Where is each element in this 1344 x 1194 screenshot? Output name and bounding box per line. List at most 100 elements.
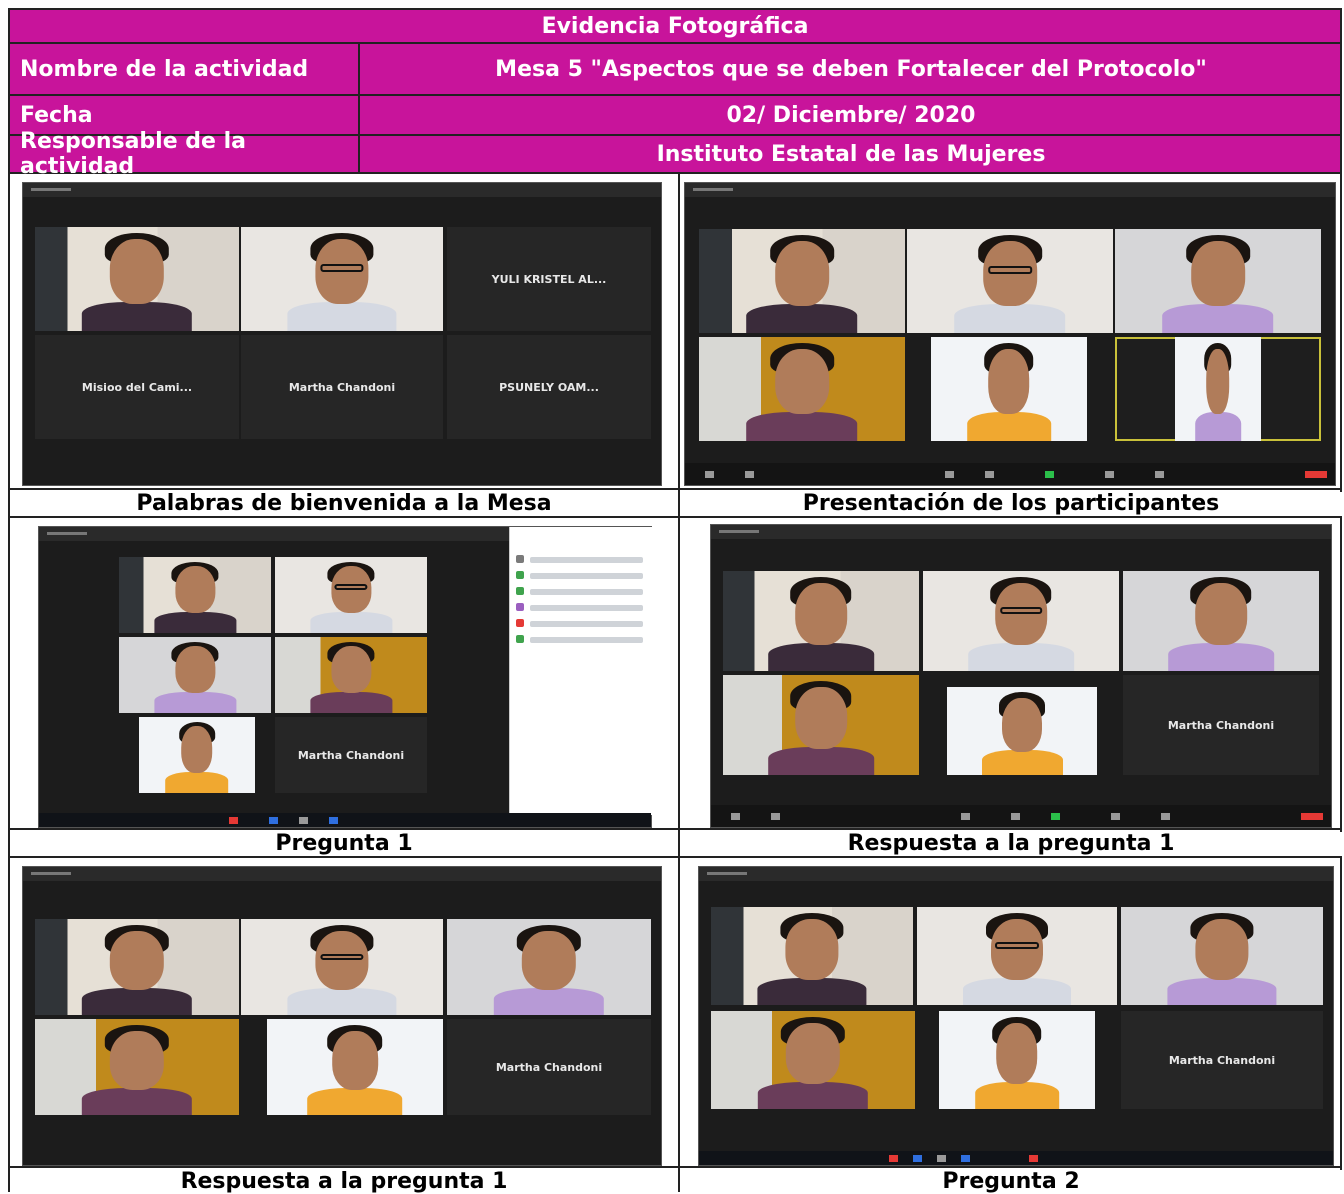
- caption-answer-1: Respuesta a la pregunta 1: [680, 832, 1342, 856]
- zoom-window: Martha Chandoni: [22, 866, 662, 1166]
- participants-icon[interactable]: [945, 471, 954, 478]
- video-tile: [275, 637, 427, 713]
- title-row: Evidencia Fotográfica: [10, 10, 1340, 44]
- video-tile: [35, 919, 239, 1015]
- taskbar-app-icon[interactable]: [329, 817, 338, 824]
- zoom-window: Martha Chandoni: [710, 524, 1332, 828]
- share-screen-icon[interactable]: [1051, 813, 1060, 820]
- end-meeting-button[interactable]: [1305, 471, 1327, 478]
- zoom-window: Martha Chandoni: [698, 866, 1334, 1166]
- chat-message: [530, 557, 643, 563]
- participant-name-tile: Misioo del Cami...: [35, 335, 239, 439]
- video-icon[interactable]: [745, 471, 754, 478]
- window-titlebar: [23, 867, 661, 881]
- share-screen-icon[interactable]: [1045, 471, 1054, 478]
- participant-name-tile: Martha Chandoni: [275, 717, 427, 793]
- taskbar-app-icon[interactable]: [299, 817, 308, 824]
- taskbar-app-icon[interactable]: [937, 1155, 946, 1162]
- taskbar-app-icon[interactable]: [913, 1155, 922, 1162]
- participant-name-tile: PSUNELY OAM...: [447, 335, 651, 439]
- window-titlebar: [23, 183, 661, 197]
- video-tile: [1115, 229, 1321, 333]
- taskbar-app-icon[interactable]: [961, 1155, 970, 1162]
- taskbar-app-icon[interactable]: [1029, 1155, 1038, 1162]
- video-tile: [447, 919, 651, 1015]
- chat-avatar-icon: [516, 619, 524, 627]
- video-tile: [241, 227, 443, 331]
- participant-name-tile: Martha Chandoni: [447, 1019, 651, 1115]
- video-tile: [241, 919, 443, 1015]
- participants-icon[interactable]: [961, 813, 970, 820]
- activity-name-value: Mesa 5 "Aspectos que se deben Fortalecer…: [495, 56, 1207, 82]
- window-titlebar: [685, 183, 1335, 197]
- photo-participants: [680, 176, 1342, 488]
- caption-welcome: Palabras de bienvenida a la Mesa: [10, 492, 678, 516]
- chat-avatar-icon: [516, 603, 524, 611]
- windows-taskbar[interactable]: [699, 1151, 1333, 1165]
- participant-name-tile: Martha Chandoni: [1121, 1011, 1323, 1109]
- video-tile: [947, 687, 1097, 775]
- chat-message: [530, 605, 643, 611]
- video-tile: [699, 337, 905, 441]
- grid-divider: [10, 488, 1340, 490]
- taskbar-app-icon[interactable]: [229, 817, 238, 824]
- chat-avatar-icon: [516, 555, 524, 563]
- meeting-toolbar[interactable]: [711, 805, 1331, 827]
- caption-question-1: Pregunta 1: [10, 832, 678, 856]
- taskbar-app-icon[interactable]: [269, 817, 278, 824]
- video-tile: [1121, 907, 1323, 1005]
- record-icon[interactable]: [1111, 813, 1120, 820]
- mute-icon[interactable]: [705, 471, 714, 478]
- participant-name-tile: YULI KRISTEL AL...: [447, 227, 651, 331]
- video-tile: [119, 637, 271, 713]
- video-tile: [923, 571, 1119, 671]
- date-value: 02/ Diciembre/ 2020: [726, 102, 976, 128]
- participant-name-tile: Martha Chandoni: [1123, 675, 1319, 775]
- chat-avatar-icon: [516, 635, 524, 643]
- video-tile: [119, 557, 271, 633]
- zoom-window: [684, 182, 1336, 486]
- record-icon[interactable]: [1105, 471, 1114, 478]
- reactions-icon[interactable]: [1161, 813, 1170, 820]
- chat-icon[interactable]: [1011, 813, 1020, 820]
- meeting-toolbar[interactable]: [685, 463, 1335, 485]
- video-tile: [931, 337, 1087, 441]
- video-tile: [723, 571, 919, 671]
- video-tile: [723, 675, 919, 775]
- video-tile: [711, 1011, 915, 1109]
- video-tile: [917, 907, 1117, 1005]
- reactions-icon[interactable]: [1155, 471, 1164, 478]
- video-tile: [139, 717, 255, 793]
- photo-question-1: Martha Chandoni: [10, 518, 678, 828]
- video-tile: [699, 229, 905, 333]
- responsible-row: Responsable de la actividad Instituto Es…: [10, 129, 1340, 179]
- end-meeting-button[interactable]: [1301, 813, 1323, 820]
- photo-welcome: YULI KRISTEL AL... Misioo del Cami... Ma…: [10, 176, 678, 488]
- video-tile: [939, 1011, 1095, 1109]
- video-tile-active-speaker: [1115, 337, 1321, 441]
- video-icon[interactable]: [771, 813, 780, 820]
- video-tile: [275, 557, 427, 633]
- responsible-label: Responsable de la actividad: [20, 129, 247, 179]
- chat-panel[interactable]: [509, 527, 653, 815]
- chat-avatar-icon: [516, 571, 524, 579]
- sheet-title: Evidencia Fotográfica: [541, 13, 809, 39]
- chat-message: [530, 621, 643, 627]
- evidence-sheet: Evidencia Fotográfica Nombre de la activ…: [8, 8, 1342, 1194]
- taskbar-app-icon[interactable]: [889, 1155, 898, 1162]
- chat-message: [530, 637, 643, 643]
- video-tile: [35, 227, 239, 331]
- zoom-window: YULI KRISTEL AL... Misioo del Cami... Ma…: [22, 182, 662, 486]
- photo-answer-1b: Martha Chandoni: [10, 858, 678, 1166]
- zoom-window: Martha Chandoni: [38, 526, 653, 828]
- video-tile: [907, 229, 1113, 333]
- window-titlebar: [699, 867, 1333, 881]
- mute-icon[interactable]: [731, 813, 740, 820]
- caption-participants: Presentación de los participantes: [680, 492, 1342, 516]
- chat-icon[interactable]: [985, 471, 994, 478]
- video-tile: [35, 1019, 239, 1115]
- video-tile: [711, 907, 913, 1005]
- activity-name-row: Nombre de la actividad Mesa 5 "Aspectos …: [10, 44, 1340, 96]
- windows-taskbar[interactable]: [39, 813, 651, 827]
- window-titlebar: [711, 525, 1331, 539]
